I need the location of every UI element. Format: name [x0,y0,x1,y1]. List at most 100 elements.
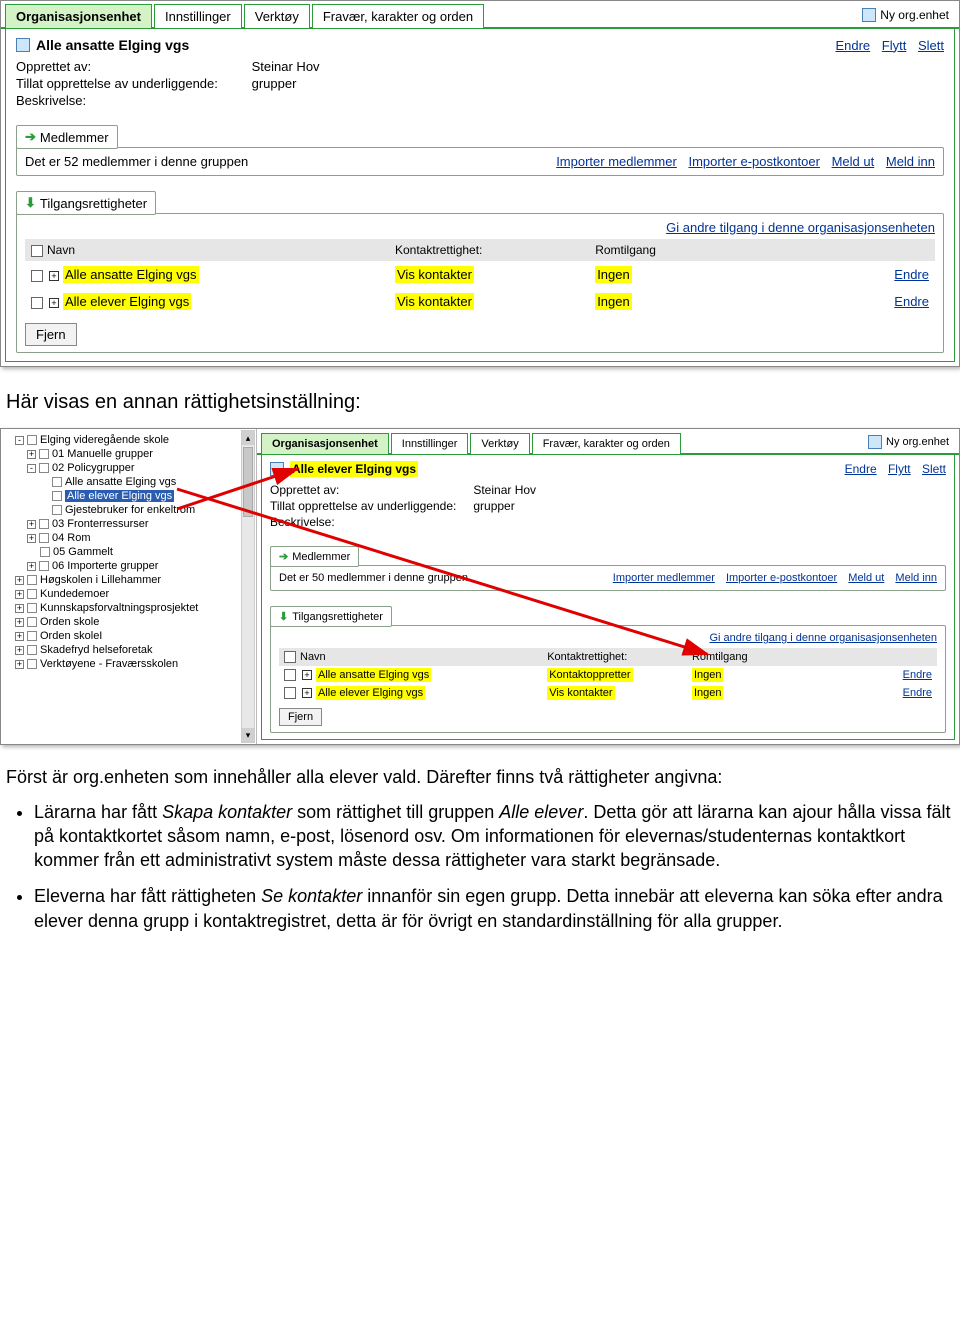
tab2-verktoy[interactable]: Verktøy [470,433,529,454]
meld-ut-link[interactable]: Meld ut [832,154,875,169]
tree-toggle-icon[interactable]: - [27,464,36,473]
tree-toggle-icon[interactable]: + [27,534,36,543]
tree-checkbox[interactable] [39,561,49,571]
tab-fravar[interactable]: Fravær, karakter og orden [312,4,484,28]
scroll-thumb[interactable] [243,447,253,517]
expand-icon[interactable]: + [302,688,312,698]
select-all-checkbox[interactable] [31,245,43,257]
tree-node[interactable]: +04 Rom [3,531,254,545]
tree-node[interactable]: +Skadefryd helseforetak [3,643,254,657]
tree-node[interactable]: +Høgskolen i Lillehammer [3,573,254,587]
tree-checkbox[interactable] [39,463,49,473]
tab-organisasjonsenhet[interactable]: Organisasjonsenhet [5,4,152,28]
tree-toggle-icon[interactable]: + [27,520,36,529]
tree-scrollbar[interactable]: ▴ ▾ [241,430,255,743]
tree-node[interactable]: +03 Fronterressurser [3,517,254,531]
tree-toggle-icon[interactable]: + [15,618,24,627]
fjern-button[interactable]: Fjern [25,323,77,346]
tree-node[interactable]: +06 Importerte grupper [3,559,254,573]
flytt-link-2[interactable]: Flytt [888,462,911,476]
meld-ut-link-2[interactable]: Meld ut [848,572,884,584]
endre-link-2[interactable]: Endre [845,462,877,476]
tree-checkbox[interactable] [52,505,62,515]
tab2-innstillinger[interactable]: Innstillinger [391,433,469,454]
tab2-organisasjonsenhet[interactable]: Organisasjonsenhet [261,433,389,454]
tree-checkbox[interactable] [27,617,37,627]
expand-icon[interactable]: + [49,298,59,308]
tree-toggle-icon[interactable]: + [15,576,24,585]
scroll-down-button[interactable]: ▾ [242,728,254,742]
tilgang-tab-2[interactable]: ⬇ Tilgangsrettigheter [270,606,392,627]
importer-epost-link[interactable]: Importer e-postkontoer [688,154,820,169]
tree-node[interactable]: -Elging videregående skole [3,433,254,447]
row-checkbox[interactable] [284,687,296,699]
tree-node[interactable]: Alle elever Elging vgs [3,489,254,503]
tree-toggle-icon[interactable]: + [15,646,24,655]
importer-epost-link-2[interactable]: Importer e-postkontoer [726,572,837,584]
tree-toggle-icon[interactable]: + [15,632,24,641]
tree-checkbox[interactable] [40,547,50,557]
tree-toggle-icon[interactable]: + [27,450,36,459]
row-endre-link[interactable]: Endre [894,294,929,309]
medlemmer-tab-2[interactable]: ➔ Medlemmer [270,546,359,567]
gi-andre-tilgang-link-2[interactable]: Gi andre tilgang i denne organisasjonsen… [710,632,938,644]
importer-medlemmer-link-2[interactable]: Importer medlemmer [613,572,715,584]
tree-checkbox[interactable] [27,575,37,585]
tab-innstillinger[interactable]: Innstillinger [154,4,242,28]
row-checkbox[interactable] [31,270,43,282]
gi-andre-tilgang-link[interactable]: Gi andre tilgang i denne organisasjonsen… [666,220,935,235]
tree-toggle-icon[interactable]: + [15,660,24,669]
tree-checkbox[interactable] [27,435,37,445]
tree-node[interactable]: +Orden skoleI [3,629,254,643]
tree-checkbox[interactable] [39,533,49,543]
tree-node[interactable]: Alle ansatte Elging vgs [3,475,254,489]
slett-link-2[interactable]: Slett [922,462,946,476]
medlemmer-tab[interactable]: ➔ Medlemmer [16,125,118,149]
tree-node[interactable]: +01 Manuelle grupper [3,447,254,461]
slett-link[interactable]: Slett [918,38,944,53]
row-checkbox[interactable] [31,297,43,309]
content-panel: Alle ansatte Elging vgs Endre Flytt Slet… [5,29,955,362]
flytt-link[interactable]: Flytt [882,38,907,53]
row-endre-link[interactable]: Endre [903,669,932,681]
tree-node[interactable]: -02 Policygrupper [3,461,254,475]
select-all-checkbox-2[interactable] [284,651,296,663]
meld-inn-link-2[interactable]: Meld inn [895,572,937,584]
tree-toggle-icon[interactable]: + [15,590,24,599]
fjern-button-2[interactable]: Fjern [279,708,322,726]
scroll-up-button[interactable]: ▴ [242,431,254,445]
importer-medlemmer-link[interactable]: Importer medlemmer [556,154,677,169]
tree-checkbox[interactable] [27,645,37,655]
row-kontakt: Vis kontakter [547,686,614,700]
meld-inn-link[interactable]: Meld inn [886,154,935,169]
tree-node[interactable]: +Kundedemoer [3,587,254,601]
tree-checkbox[interactable] [27,589,37,599]
tree-toggle-icon[interactable]: + [27,562,36,571]
ny-org-enhet-link[interactable]: Ny org.enhet [856,4,955,26]
tree-checkbox[interactable] [39,519,49,529]
row-endre-link[interactable]: Endre [894,267,929,282]
tilgang-tab[interactable]: ⬇ Tilgangsrettigheter [16,191,156,215]
tree-node[interactable]: +Kunnskapsforvaltningsprosjektet [3,601,254,615]
tree-checkbox[interactable] [27,659,37,669]
tree-checkbox[interactable] [52,477,62,487]
row-checkbox[interactable] [284,669,296,681]
expand-icon[interactable]: + [49,271,59,281]
tree-checkbox[interactable] [52,491,62,501]
endre-link[interactable]: Endre [835,38,870,53]
tree-checkbox[interactable] [27,603,37,613]
tree-checkbox[interactable] [39,449,49,459]
ny-org-enhet-link-2[interactable]: Ny org.enhet [862,431,955,453]
tree-node[interactable]: 05 Gammelt [3,545,254,559]
tree-node[interactable]: +Orden skole [3,615,254,629]
tab2-fravar[interactable]: Fravær, karakter og orden [532,433,681,454]
tree-toggle-icon[interactable]: + [15,604,24,613]
tree-checkbox[interactable] [27,631,37,641]
tree-node[interactable]: Gjestebruker for enkeltrom [3,503,254,517]
tree-node[interactable]: +Verktøyene - Fraværsskolen [3,657,254,671]
tab-verktoy[interactable]: Verktøy [244,4,310,28]
expand-icon[interactable]: + [302,670,312,680]
tree-label: 03 Fronterressurser [52,518,149,530]
row-endre-link[interactable]: Endre [903,687,932,699]
tree-toggle-icon[interactable]: - [15,436,24,445]
